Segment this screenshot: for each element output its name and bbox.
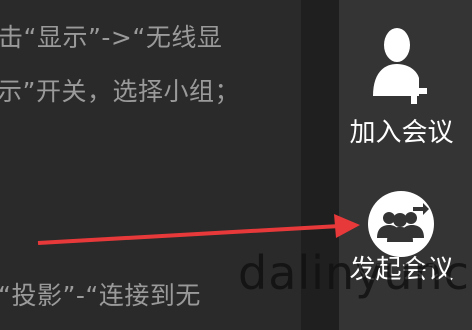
- add-user-icon: [373, 28, 427, 104]
- join-meeting-button[interactable]: 加入会议: [339, 20, 472, 150]
- instruction-line: 示”开关，选择小组；: [0, 77, 240, 106]
- watermark-text: dalinyunci: [238, 246, 472, 300]
- instruction-line: 击“显示”->“无线显: [0, 23, 223, 52]
- join-meeting-label: 加入会议: [349, 118, 454, 148]
- instruction-line: “投影”-“连接到无: [0, 281, 201, 310]
